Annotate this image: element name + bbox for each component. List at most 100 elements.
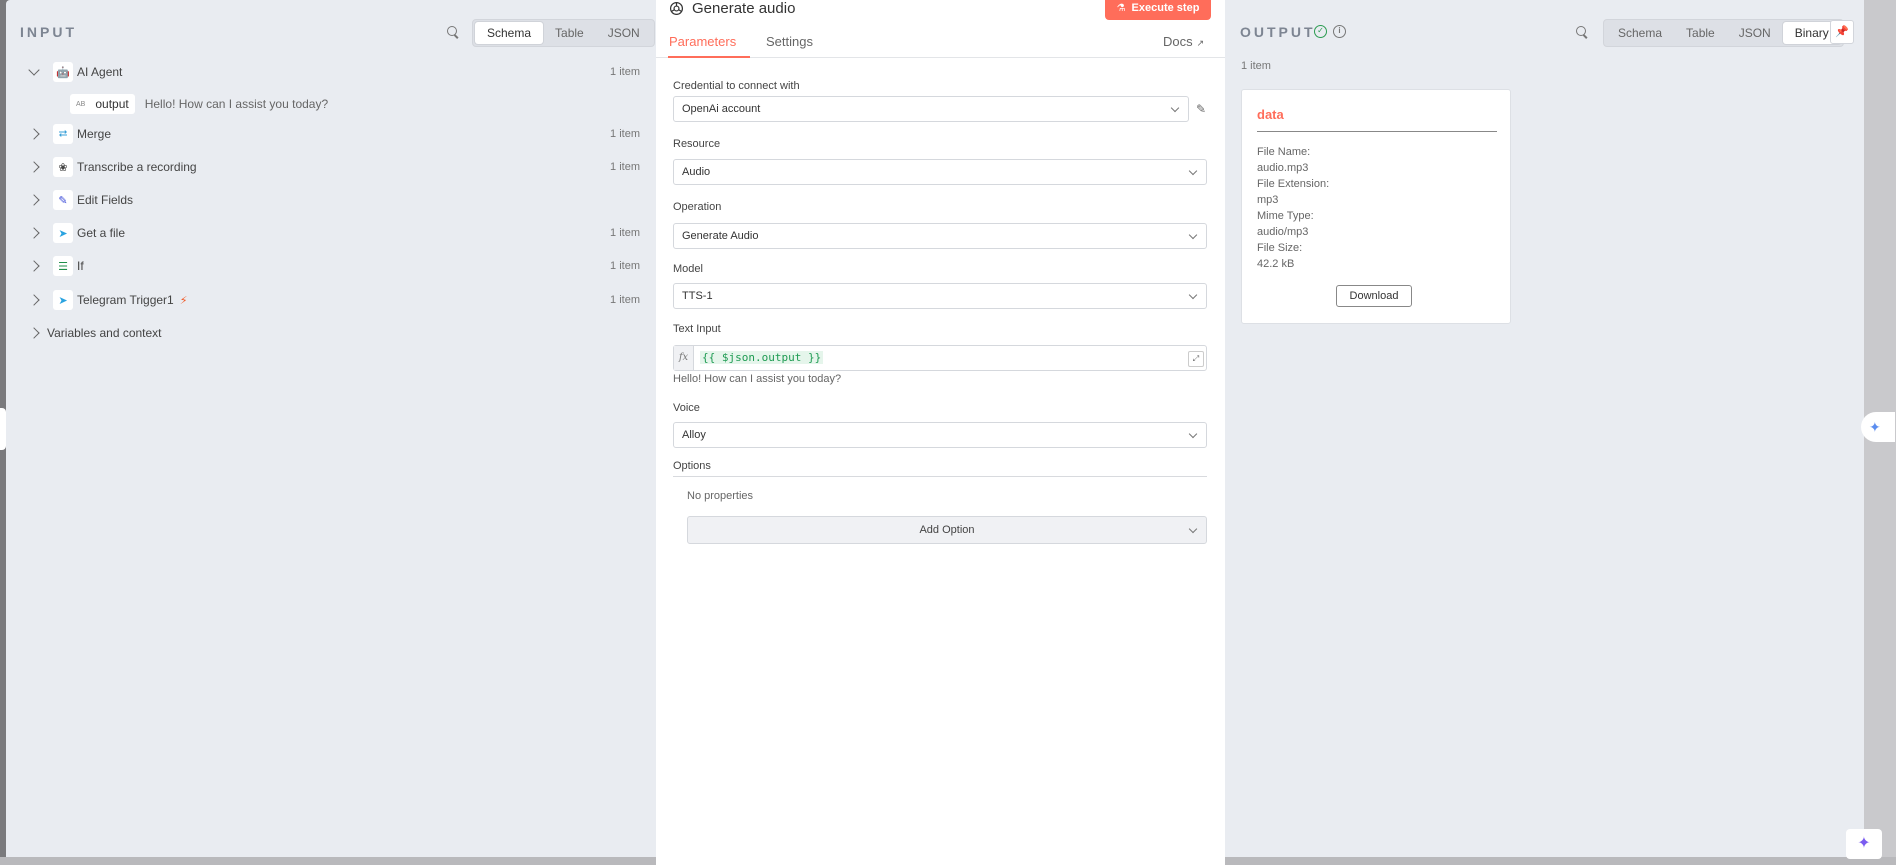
operation-select[interactable]: Generate Audio xyxy=(673,223,1207,249)
tree-node-get-a-file[interactable]: ➤ Get a file 1 item xyxy=(6,223,656,243)
chevron-down-icon xyxy=(1170,103,1180,113)
text-input-label: Text Input xyxy=(673,323,721,335)
openai-icon xyxy=(669,1,684,16)
output-view-table[interactable]: Table xyxy=(1674,22,1727,44)
pin-data-button[interactable]: 📌 xyxy=(1830,20,1854,44)
execute-step-button[interactable]: ⚗ Execute step xyxy=(1105,0,1211,20)
node-count: 1 item xyxy=(610,260,640,272)
mime-type-value: audio/mp3 xyxy=(1257,226,1309,238)
voice-value: Alloy xyxy=(682,429,706,441)
mime-type-label: Mime Type: xyxy=(1257,210,1314,222)
tree-node-transcribe[interactable]: ❀ Transcribe a recording 1 item xyxy=(6,157,656,177)
output-panel-title: OUTPUT xyxy=(1240,24,1316,40)
chevron-down-icon[interactable] xyxy=(28,64,40,76)
node-label-text: Telegram Trigger1 xyxy=(77,293,174,307)
resource-value: Audio xyxy=(682,166,711,178)
input-view-json[interactable]: JSON xyxy=(596,22,652,44)
binary-property-name: data xyxy=(1257,107,1284,122)
tree-node-ai-agent[interactable]: 🤖 AI Agent 1 item xyxy=(6,62,656,82)
telegram-icon: ➤ xyxy=(53,290,73,310)
node-label: Merge xyxy=(77,127,112,141)
tree-node-if[interactable]: ☰ If 1 item xyxy=(6,256,656,276)
node-parameters-panel: Generate audio ⚗ Execute step Parameters… xyxy=(656,0,1225,865)
info-icon[interactable]: i xyxy=(1333,25,1346,38)
chevron-right-icon[interactable] xyxy=(28,260,40,272)
external-link-icon: ↗ xyxy=(1196,38,1205,48)
file-extension-label: File Extension: xyxy=(1257,178,1330,190)
tree-node-edit-fields[interactable]: ✎ Edit Fields xyxy=(6,190,656,210)
merge-icon: ⮂ xyxy=(53,124,73,144)
operation-label: Operation xyxy=(673,201,722,213)
string-type-icon: AB xyxy=(76,100,86,108)
binary-data-card: data File Name: audio.mp3 File Extension… xyxy=(1241,89,1511,324)
pencil-icon: ✎ xyxy=(53,190,73,210)
success-check-icon: ✓ xyxy=(1314,25,1327,38)
voice-label: Voice xyxy=(673,402,700,414)
field-value: Hello! How can I assist you today? xyxy=(144,97,329,111)
output-view-schema[interactable]: Schema xyxy=(1606,22,1674,44)
docs-link[interactable]: Docs ↗ xyxy=(1163,34,1204,49)
node-label: Transcribe a recording xyxy=(77,160,197,174)
no-properties-text: No properties xyxy=(687,490,754,502)
chevron-down-icon xyxy=(1188,290,1198,300)
input-view-schema[interactable]: Schema xyxy=(475,22,544,44)
node-label: Telegram Trigger1 ⚡ xyxy=(77,293,187,307)
credential-select[interactable]: OpenAi account xyxy=(673,96,1189,122)
input-panel-title: INPUT xyxy=(20,24,77,40)
field-pill[interactable]: AB output xyxy=(70,94,135,114)
node-label: Get a file xyxy=(77,226,126,240)
schema-field-output[interactable]: AB output Hello! How can I assist you to… xyxy=(70,94,328,114)
node-count: 1 item xyxy=(610,227,640,239)
model-value: TTS-1 xyxy=(682,290,713,302)
chevron-down-icon xyxy=(1188,524,1198,534)
download-button[interactable]: Download xyxy=(1336,285,1412,307)
search-icon[interactable] xyxy=(1576,26,1588,38)
chevron-down-icon xyxy=(1188,166,1198,176)
sparkle-icon[interactable]: ✦ xyxy=(1846,829,1882,859)
tab-settings[interactable]: Settings xyxy=(766,34,813,49)
file-name-value: audio.mp3 xyxy=(1257,162,1309,174)
resource-select[interactable]: Audio xyxy=(673,159,1207,185)
text-input-expression-field[interactable]: fx {{ $json.output }} ⤢ xyxy=(673,345,1207,371)
flask-icon: ⚗ xyxy=(1116,2,1126,14)
tree-node-merge[interactable]: ⮂ Merge 1 item xyxy=(6,124,656,144)
chevron-right-icon[interactable] xyxy=(28,128,40,140)
input-view-table[interactable]: Table xyxy=(543,22,596,44)
add-option-button[interactable]: Add Option xyxy=(687,516,1207,544)
ai-assistant-icon[interactable]: ✦ xyxy=(1861,412,1895,442)
node-label: Edit Fields xyxy=(77,193,134,207)
chevron-right-icon[interactable] xyxy=(28,161,40,173)
node-label: AI Agent xyxy=(77,65,123,79)
output-view-json[interactable]: JSON xyxy=(1727,22,1783,44)
docs-label: Docs xyxy=(1163,34,1193,49)
chevron-right-icon[interactable] xyxy=(28,294,40,306)
node-count: 1 item xyxy=(610,161,640,173)
chevron-right-icon[interactable] xyxy=(28,194,40,206)
chevron-right-icon[interactable] xyxy=(28,327,40,339)
search-icon[interactable] xyxy=(447,26,459,38)
ai-agent-icon: 🤖 xyxy=(53,62,73,82)
expand-icon[interactable]: ⤢ xyxy=(1188,351,1204,367)
add-option-label: Add Option xyxy=(919,524,975,536)
file-extension-value: mp3 xyxy=(1257,194,1279,206)
node-count: 1 item xyxy=(610,294,640,306)
model-label: Model xyxy=(673,263,703,275)
model-select[interactable]: TTS-1 xyxy=(673,283,1207,309)
tree-node-variables[interactable]: Variables and context xyxy=(6,323,656,343)
active-tab-indicator xyxy=(668,56,750,58)
tree-node-telegram-trigger[interactable]: ➤ Telegram Trigger1 ⚡ 1 item xyxy=(6,290,656,310)
edit-credential-icon[interactable]: ✎ xyxy=(1196,102,1210,116)
node-count: 1 item xyxy=(610,128,640,140)
voice-select[interactable]: Alloy xyxy=(673,422,1207,448)
tab-parameters[interactable]: Parameters xyxy=(669,34,736,49)
node-title[interactable]: Generate audio xyxy=(692,0,795,17)
file-size-label: File Size: xyxy=(1257,242,1303,254)
output-view-switcher: Schema Table JSON Binary xyxy=(1603,19,1844,47)
output-items-count: 1 item xyxy=(1241,60,1271,72)
field-name: output xyxy=(95,97,129,111)
execute-step-label: Execute step xyxy=(1131,2,1200,14)
telegram-icon: ➤ xyxy=(53,223,73,243)
credential-label: Credential to connect with xyxy=(673,80,800,92)
text-input-preview: Hello! How can I assist you today? xyxy=(673,373,842,385)
chevron-right-icon[interactable] xyxy=(28,227,40,239)
